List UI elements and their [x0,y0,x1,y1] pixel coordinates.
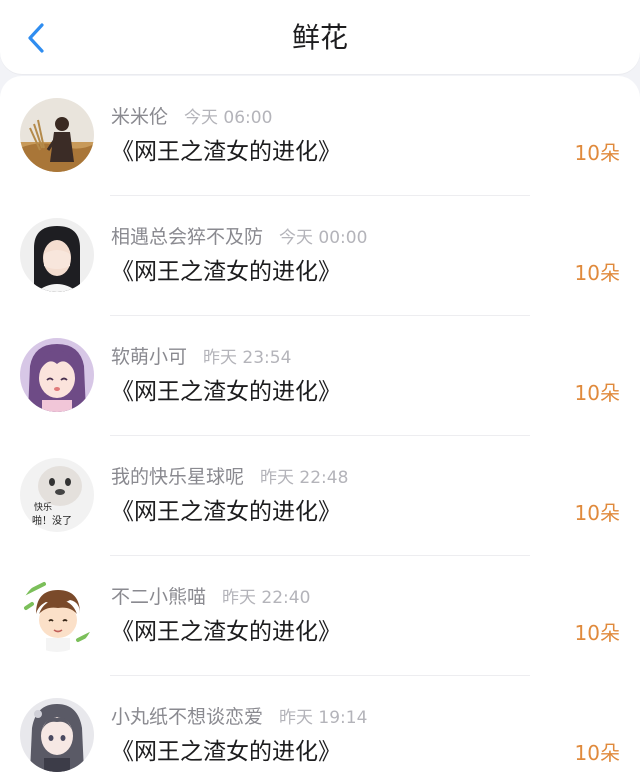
list-item[interactable]: 米米伦 今天 06:00 《网王之渣女的进化》 10朵 [0,76,640,196]
avatar[interactable] [20,98,94,172]
sender-name[interactable]: 我的快乐星球呢 [111,466,244,488]
flower-count: 10朵 [574,741,620,765]
sender-name[interactable]: 小丸纸不想谈恋爱 [111,706,263,728]
item-meta: 我的快乐星球呢 昨天 22:48 [111,464,348,491]
avatar[interactable] [20,698,94,772]
send-time: 今天 06:00 [184,108,273,128]
book-title[interactable]: 《网王之渣女的进化》 [111,496,341,528]
sender-name[interactable]: 软萌小可 [111,346,187,368]
avatar[interactable] [20,218,94,292]
flower-count: 10朵 [574,621,620,645]
list-item[interactable]: 不二小熊喵 昨天 22:40 《网王之渣女的进化》 10朵 [0,556,640,676]
item-meta: 米米伦 今天 06:00 [111,104,272,131]
book-title[interactable]: 《网王之渣女的进化》 [111,136,341,168]
avatar[interactable] [20,338,94,412]
item-meta: 小丸纸不想谈恋爱 昨天 19:14 [111,704,367,731]
list-item[interactable]: 快乐 啪！没了 我的快乐星球呢 昨天 22:48 《网王之渣女的进化》 10朵 [0,436,640,556]
book-title[interactable]: 《网王之渣女的进化》 [111,256,341,288]
send-time: 昨天 22:48 [260,468,349,488]
list-item[interactable]: 软萌小可 昨天 23:54 《网王之渣女的进化》 10朵 [0,316,640,436]
page-title: 鲜花 [291,21,348,54]
send-time: 昨天 23:54 [203,348,292,368]
book-title[interactable]: 《网王之渣女的进化》 [111,616,341,648]
avatar-caption-1: 快乐 [34,501,52,513]
avatar-caption-2: 啪！没了 [32,514,72,527]
flower-list: 米米伦 今天 06:00 《网王之渣女的进化》 10朵 相遇总会猝不及防 今天 00… [0,76,640,781]
item-meta: 相遇总会猝不及防 今天 00:00 [111,224,367,251]
item-meta: 软萌小可 昨天 23:54 [111,344,291,371]
nav-bar: 鲜花 [0,0,640,74]
send-time: 今天 00:00 [279,228,368,248]
send-time: 昨天 19:14 [279,708,368,728]
book-title[interactable]: 《网王之渣女的进化》 [111,736,341,768]
avatar[interactable]: 快乐 啪！没了 [20,458,94,532]
list-item[interactable]: 相遇总会猝不及防 今天 00:00 《网王之渣女的进化》 10朵 [0,196,640,316]
send-time: 昨天 22:40 [222,588,311,608]
book-title[interactable]: 《网王之渣女的进化》 [111,376,341,408]
sender-name[interactable]: 不二小熊喵 [111,586,206,608]
list-item[interactable]: 小丸纸不想谈恋爱 昨天 19:14 《网王之渣女的进化》 10朵 [0,676,640,781]
sender-name[interactable]: 米米伦 [111,106,168,128]
sender-name[interactable]: 相遇总会猝不及防 [111,226,263,248]
flower-count: 10朵 [574,381,620,405]
flower-count: 10朵 [574,141,620,165]
flower-count: 10朵 [574,261,620,285]
avatar[interactable] [20,578,94,652]
item-meta: 不二小熊喵 昨天 22:40 [111,584,310,611]
flower-count: 10朵 [574,501,620,525]
